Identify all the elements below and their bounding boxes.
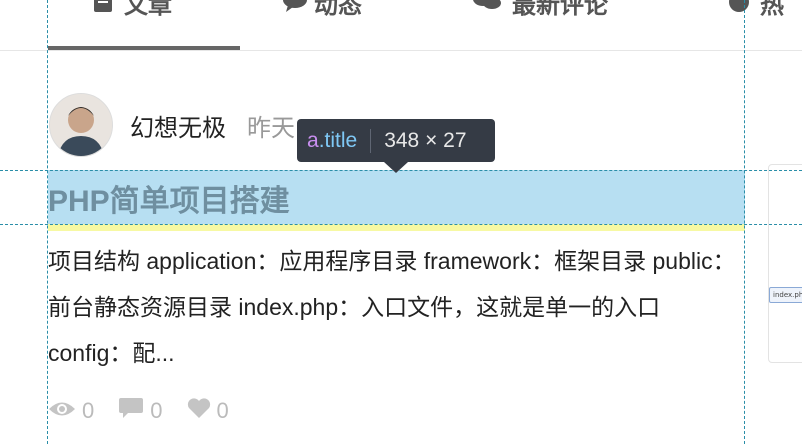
comments-count: 0	[150, 398, 163, 423]
tooltip-tag: a	[307, 128, 319, 152]
comment-count-icon	[118, 397, 144, 425]
tab-label: 最新评论	[512, 0, 608, 19]
tab-articles[interactable]: 文章	[92, 0, 172, 22]
article-thumbnail[interactable]	[768, 164, 802, 363]
article-stats: 0 0 0	[48, 397, 229, 425]
author-name[interactable]: 幻想无极	[130, 108, 226, 143]
heart-icon	[187, 397, 211, 425]
tooltip-arrow	[384, 162, 408, 173]
eye-icon	[48, 398, 76, 424]
tab-label: 动态	[314, 0, 362, 19]
likes-count: 0	[216, 398, 229, 423]
tab-label: 热	[760, 0, 784, 19]
views-stat: 0	[48, 397, 94, 425]
thumbnail-label: index.php	[769, 287, 802, 303]
comment-icon	[282, 0, 307, 13]
avatar[interactable]	[49, 93, 113, 157]
tab-label: 文章	[124, 0, 172, 19]
likes-stat[interactable]: 0	[187, 397, 229, 425]
tooltip-size: 348 × 27	[384, 128, 467, 152]
tab-bar: 文章 动态 最新评论 热	[0, 0, 802, 51]
tooltip-selector: a.title	[297, 129, 357, 153]
inspector-tooltip: a.title 348 × 27	[297, 119, 495, 162]
circle-icon	[728, 0, 750, 13]
comments-stat[interactable]: 0	[118, 397, 163, 425]
views-count: 0	[82, 398, 95, 423]
element-margin-highlight	[48, 224, 745, 231]
tab-activity[interactable]: 动态	[282, 0, 362, 22]
guide-line-right	[744, 0, 745, 444]
guide-line-bottom	[0, 224, 802, 225]
tooltip-class: .title	[318, 128, 358, 152]
tooltip-separator	[370, 128, 372, 153]
article-title-link[interactable]: PHP简单项目搭建	[48, 176, 290, 220]
article-excerpt: 项目结构 application：应用程序目录 framework：框架目录 p…	[48, 248, 736, 366]
document-icon	[92, 0, 114, 13]
guide-line-left	[47, 0, 48, 444]
comments-icon	[472, 0, 502, 13]
active-tab-indicator	[48, 46, 240, 50]
tab-latest-comments[interactable]: 最新评论	[472, 0, 608, 22]
tab-hot[interactable]: 热	[728, 0, 784, 22]
